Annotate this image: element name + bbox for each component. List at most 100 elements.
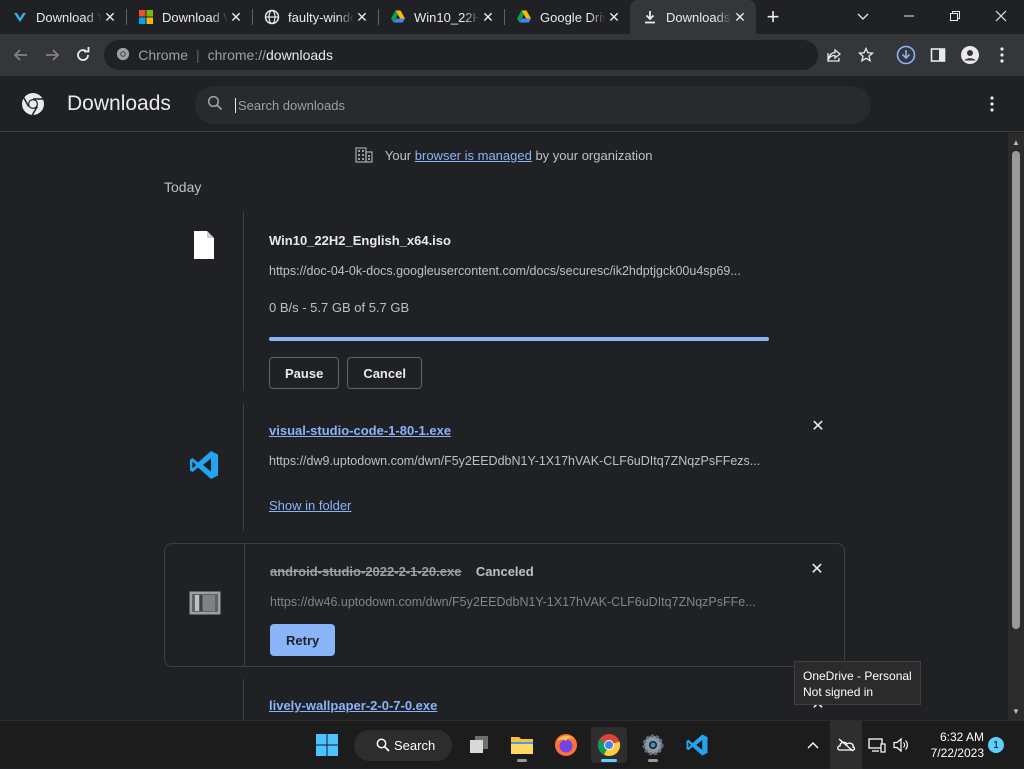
close-icon[interactable]: ✕ (354, 9, 370, 25)
remove-item-icon[interactable]: ✕ (810, 561, 824, 578)
url-host: downloads (266, 47, 333, 63)
site-label: Chrome (138, 47, 188, 63)
browser-toolbar: Chrome | chrome:// downloads (0, 34, 1024, 76)
managed-suffix: by your organization (535, 148, 653, 163)
downloads-header: Downloads (0, 76, 1024, 132)
tab-title: Download Windows 10 (162, 9, 228, 25)
notification-badge[interactable]: 1 (988, 737, 1004, 753)
progress-text: 0 B/s - 5.7 GB of 5.7 GB (269, 300, 410, 315)
search-icon (376, 738, 390, 755)
download-item: Win10_22H2_English_x64.iso https://doc-0… (164, 211, 845, 391)
close-icon[interactable]: ✕ (228, 9, 244, 25)
system-clock[interactable]: 6:32 AM 7/22/2023 (912, 729, 984, 761)
tab-title: Google Drive (540, 9, 606, 25)
onedrive-tooltip: OneDrive - Personal Not signed in (794, 661, 921, 705)
restore-button[interactable] (932, 0, 978, 32)
search-input[interactable] (235, 97, 835, 113)
back-button[interactable] (6, 39, 37, 71)
profile-avatar-icon[interactable] (954, 39, 986, 71)
download-item: visual-studio-code-1-80-1.exe https://dw… (164, 403, 845, 531)
tab-title: faulty-windows (288, 9, 354, 25)
file-name-link[interactable]: visual-studio-code-1-80-1.exe (269, 423, 451, 438)
remove-item-icon[interactable]: ✕ (811, 418, 825, 435)
search-box[interactable] (195, 86, 871, 124)
scroll-down-arrow-icon[interactable]: ▼ (1008, 704, 1024, 718)
omnibox-separator: | (196, 47, 200, 63)
globe-icon (264, 9, 280, 25)
installer-file-icon (189, 591, 221, 620)
retry-button[interactable]: Retry (270, 624, 336, 656)
more-actions-icon[interactable] (982, 94, 1002, 114)
building-icon (355, 147, 374, 166)
clock-date: 7/22/2023 (930, 746, 984, 760)
share-icon[interactable] (818, 39, 850, 71)
search-icon (207, 95, 223, 116)
show-hidden-icons-chevron-icon[interactable] (802, 721, 824, 769)
tab-download-vscode[interactable]: Download Visual Studio Code ✕ (0, 0, 126, 34)
close-icon[interactable]: ✕ (732, 9, 748, 25)
download-icon (642, 9, 658, 25)
google-drive-icon (390, 9, 406, 25)
vscode-taskbar-icon[interactable] (679, 727, 715, 763)
minimize-button[interactable] (886, 0, 932, 32)
tab-google-drive[interactable]: Google Drive ✕ (504, 0, 630, 34)
bookmark-star-icon[interactable] (850, 39, 882, 71)
side-panel-icon[interactable] (922, 39, 954, 71)
show-in-folder-link[interactable]: Show in folder (269, 498, 351, 513)
tooltip-line: OneDrive - Personal (803, 669, 912, 683)
reload-button[interactable] (67, 39, 98, 71)
file-icon (192, 230, 216, 391)
uptodown-icon (12, 9, 28, 25)
microsoft-icon (138, 9, 154, 25)
chrome-taskbar-icon[interactable] (591, 727, 627, 763)
close-icon[interactable]: ✕ (480, 9, 496, 25)
download-item: lively-wallpaper-2-0-7-0.exe ✕ (164, 679, 845, 720)
tab-download-windows[interactable]: Download Windows 10 ✕ (126, 0, 252, 34)
file-url: https://doc-04-0k-docs.googleusercontent… (269, 264, 741, 278)
tab-strip: Download Visual Studio Code ✕ Download W… (0, 0, 1024, 34)
tab-title: Downloads (666, 9, 731, 25)
file-name-link[interactable]: lively-wallpaper-2-0-7-0.exe (269, 698, 437, 713)
file-url: https://dw46.uptodown.com/dwn/F5y2EEDdbN… (270, 595, 756, 609)
url-scheme: chrome:// (207, 47, 266, 63)
tab-downloads[interactable]: Downloads ✕ (630, 0, 756, 34)
browser-menu-icon[interactable] (986, 39, 1018, 71)
chrome-logo-icon (21, 92, 45, 116)
file-url: https://dw9.uptodown.com/dwn/F5y2EEDdbN1… (269, 454, 761, 468)
tab-win10-drive[interactable]: Win10_22H2 ✕ (378, 0, 504, 34)
new-tab-button[interactable]: + (756, 0, 790, 34)
scrollbar-thumb[interactable] (1012, 151, 1020, 629)
network-icon[interactable] (866, 721, 888, 769)
browser-managed-link[interactable]: browser is managed (415, 148, 532, 163)
cancel-button[interactable]: Cancel (347, 357, 422, 389)
tab-search-icon[interactable] (840, 0, 886, 32)
file-explorer-icon[interactable] (504, 727, 540, 763)
downloads-indicator-icon[interactable] (890, 39, 922, 71)
page-scrollbar[interactable]: ▲ ▼ (1008, 133, 1024, 720)
scroll-up-arrow-icon[interactable]: ▲ (1008, 135, 1024, 149)
settings-gear-icon[interactable] (635, 727, 671, 763)
close-icon[interactable]: ✕ (606, 9, 622, 25)
download-item: android-studio-2022-2-1-20.exe Canceled … (164, 543, 845, 667)
start-button[interactable] (309, 727, 345, 763)
chrome-logo-icon (116, 47, 130, 64)
forward-button[interactable] (37, 39, 68, 71)
managed-notice: Your browser is managed by your organiza… (0, 147, 1008, 166)
taskbar-search-button[interactable]: Search (354, 730, 452, 761)
windows-taskbar: Search 6:32 AM 7/22/2023 1 (0, 720, 1024, 769)
close-icon[interactable]: ✕ (102, 9, 118, 25)
google-drive-icon (516, 9, 532, 25)
tab-title: Download Visual Studio Code (36, 9, 102, 25)
close-window-button[interactable] (978, 0, 1024, 32)
status-label: Canceled (475, 564, 534, 579)
volume-icon[interactable] (890, 721, 912, 769)
firefox-icon[interactable] (548, 727, 584, 763)
pause-button[interactable]: Pause (269, 357, 340, 389)
progress-bar (269, 337, 769, 341)
vscode-icon (188, 449, 220, 486)
task-view-button[interactable] (461, 727, 497, 763)
downloads-list: Your browser is managed by your organiza… (0, 133, 1008, 720)
tab-faulty-windows[interactable]: faulty-windows ✕ (252, 0, 378, 34)
onedrive-icon[interactable] (830, 721, 862, 769)
address-bar[interactable]: Chrome | chrome:// downloads (104, 40, 818, 70)
